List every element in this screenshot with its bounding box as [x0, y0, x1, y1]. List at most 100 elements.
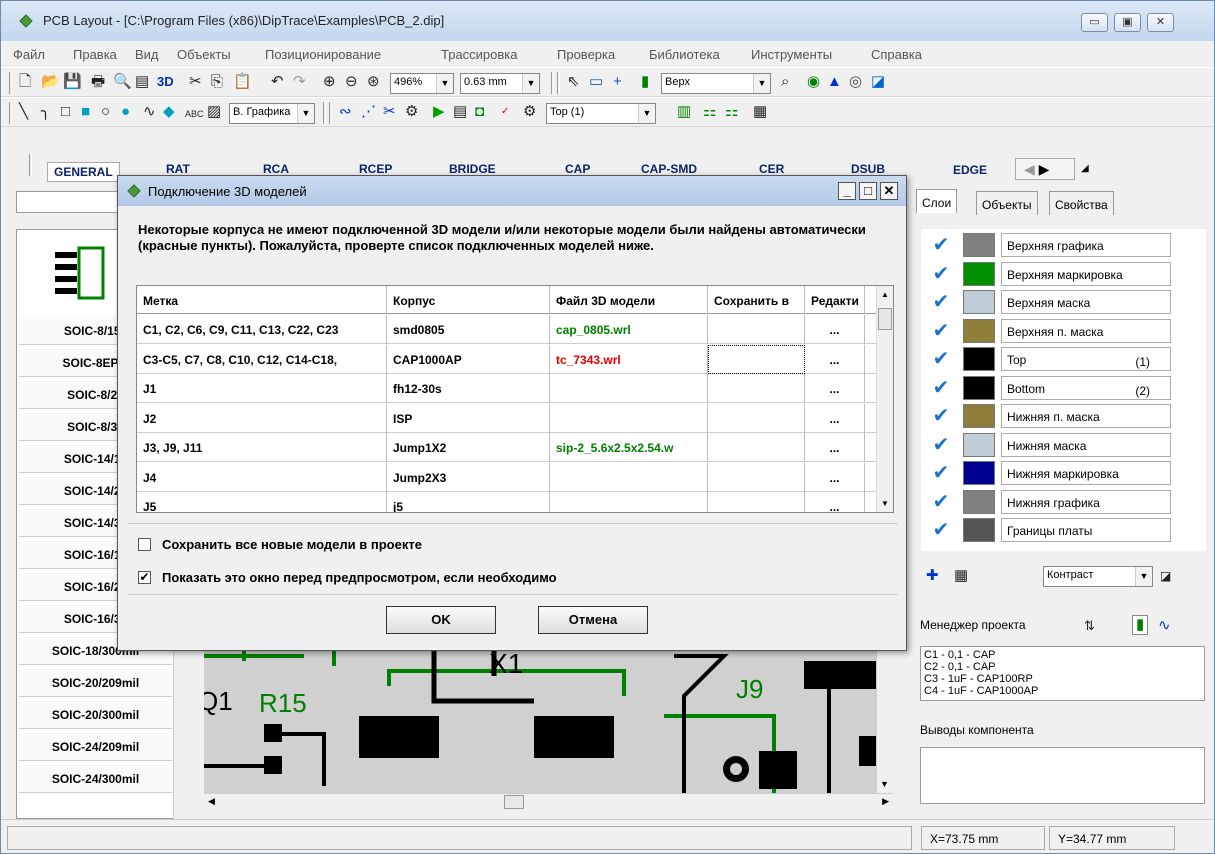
save-all-checkbox[interactable] — [138, 538, 151, 551]
add-point-icon[interactable]: + — [613, 73, 622, 91]
layer-color-swatch[interactable] — [963, 404, 995, 428]
graphic-mode-combo[interactable]: В. Графика ▼ — [229, 103, 315, 124]
components-view-icon[interactable]: ▮ — [1132, 615, 1149, 635]
tab-rat[interactable]: RAT — [166, 162, 190, 176]
route-report-icon[interactable]: ▤ — [453, 103, 467, 121]
chevron-right-icon[interactable]: ▶ — [882, 796, 889, 807]
list-item[interactable]: C4 - 1uF - CAP1000AP — [924, 685, 1201, 697]
arc-icon[interactable]: ╮ — [41, 103, 50, 121]
dialog-close-button[interactable]: ✕ — [880, 182, 898, 200]
checkmark-icon[interactable]: ✔ — [926, 233, 956, 257]
tab-rcep[interactable]: RCEP — [359, 162, 392, 176]
add-layer-icon[interactable]: ✚ — [926, 567, 939, 585]
tab-objects[interactable]: Объекты — [976, 191, 1038, 215]
report-icon[interactable]: ▤ — [135, 73, 149, 91]
properties-icon[interactable]: ▦ — [753, 103, 767, 121]
cell-model-file[interactable] — [550, 462, 708, 492]
pattern-list-item[interactable]: SOIC-20/300mil — [19, 701, 172, 729]
route-setup-icon[interactable]: ⚙ — [405, 103, 418, 121]
paste-icon[interactable]: 📋 — [233, 73, 252, 91]
unroute-icon[interactable]: ✂ — [383, 103, 396, 121]
drc-icon[interactable]: ✓ — [501, 103, 509, 121]
line-icon[interactable]: ╲ — [19, 103, 28, 121]
layer-setup-icon[interactable]: ▥ — [677, 103, 691, 121]
filled-ellipse-icon[interactable]: ● — [121, 103, 130, 121]
layer-color-swatch[interactable] — [963, 318, 995, 343]
dialog-minimize-button[interactable]: _ — [838, 182, 856, 200]
menu-verification[interactable]: Проверка — [557, 47, 615, 62]
layer-row[interactable]: ✔ Top (1) — [926, 345, 1206, 373]
chevron-right-icon[interactable]: ▶ — [1039, 161, 1050, 177]
menu-file[interactable]: Файл — [13, 47, 45, 62]
nets-view-icon[interactable]: ∿ — [1158, 617, 1171, 635]
image-icon[interactable]: ▨ — [207, 103, 221, 121]
layer-row[interactable]: ✔ Верхняя графика — [926, 231, 1206, 259]
column-model-file[interactable]: Файл 3D модели — [550, 286, 708, 314]
layer-color-swatch[interactable] — [963, 461, 995, 485]
tab-edge[interactable]: EDGE — [953, 163, 987, 177]
menu-tools[interactable]: Инструменты — [751, 47, 832, 62]
cell-save-in[interactable] — [708, 462, 805, 492]
cell-edit-button[interactable]: ... — [805, 315, 865, 344]
layer-combo[interactable]: Top (1) ▼ — [546, 103, 656, 124]
layer-color-swatch[interactable] — [963, 432, 995, 457]
cell-edit-button[interactable]: ... — [805, 344, 865, 374]
new-file-icon[interactable]: 🗋 — [19, 73, 31, 91]
chevron-down-icon[interactable]: ◢ — [1081, 163, 1089, 174]
tab-cer[interactable]: CER — [759, 162, 784, 176]
menu-edit[interactable]: Правка — [73, 47, 117, 62]
layer-row[interactable]: ✔ Нижняя графика — [926, 488, 1206, 516]
checkmark-icon[interactable]: ✔ — [926, 404, 956, 428]
layer-row[interactable]: ✔ Нижняя маркировка — [926, 459, 1206, 487]
cell-edit-button[interactable]: ... — [805, 492, 865, 512]
cell-edit-button[interactable]: ... — [805, 433, 865, 462]
polyline-icon[interactable]: ∿ — [143, 103, 156, 121]
tab-cap-smd[interactable]: CAP-SMD — [641, 162, 697, 176]
cell-model-file[interactable]: tc_7343.wrl — [550, 344, 708, 374]
place-component-icon[interactable]: ▭ — [589, 73, 603, 91]
tab-general[interactable]: GENERAL — [47, 162, 120, 182]
table-row[interactable]: J3, J9, J11 Jump1X2 sip-2_5.6x2.5x2.54.w..… — [137, 433, 877, 462]
zoom-out-icon[interactable]: ⊖ — [345, 73, 358, 91]
checkmark-icon[interactable]: ✔ — [926, 319, 956, 343]
maximize-button[interactable]: ▣ — [1114, 13, 1141, 32]
cell-save-in[interactable] — [708, 374, 805, 403]
via-icon[interactable]: ◉ — [807, 73, 820, 91]
layer-setup-icon[interactable]: ▦ — [954, 567, 968, 585]
menu-library[interactable]: Библиотека — [649, 47, 720, 62]
menu-help[interactable]: Справка — [871, 47, 922, 62]
component-icon[interactable]: ▮ — [641, 73, 649, 91]
tab-bridge[interactable]: BRIDGE — [449, 162, 496, 176]
cell-edit-button[interactable]: ... — [805, 403, 865, 433]
pattern-list-item[interactable]: SOIC-24/300mil — [19, 765, 172, 793]
filled-rectangle-icon[interactable]: ■ — [81, 103, 90, 121]
zoom-in-icon[interactable]: ⊕ — [323, 73, 336, 91]
component-list-icon[interactable]: ⚏ — [703, 103, 716, 121]
binoculars-icon[interactable]: ⌕ — [781, 73, 789, 91]
redo-icon[interactable]: ↷ — [293, 73, 306, 91]
tab-scroll[interactable]: ◀ ▶ — [1015, 158, 1075, 180]
list-item[interactable]: C3 - 1uF - CAP100RP — [924, 673, 1201, 685]
cell-model-file[interactable]: cap_0805.wrl — [550, 315, 708, 344]
table-scrollbar[interactable]: ▲ ▼ — [876, 286, 893, 512]
table-row[interactable]: J2 ISP... — [137, 403, 877, 433]
sort-icon[interactable]: ⇅ — [1084, 617, 1095, 635]
tab-properties[interactable]: Свойства — [1049, 191, 1114, 215]
layer-row[interactable]: ✔ Нижняя п. маска — [926, 402, 1206, 430]
checkmark-icon[interactable]: ✔ — [926, 262, 956, 286]
cell-save-in[interactable] — [708, 433, 805, 462]
column-edit[interactable]: Редакти — [805, 286, 865, 314]
cell-model-file[interactable] — [550, 374, 708, 403]
chevron-down-icon[interactable]: ▼ — [880, 779, 889, 789]
component-pins-list[interactable] — [920, 747, 1205, 804]
autoroute-icon[interactable]: ⋰ — [361, 103, 376, 121]
column-label[interactable]: Метка — [137, 286, 387, 314]
chevron-down-icon[interactable]: ▼ — [881, 499, 889, 508]
menu-placement[interactable]: Позиционирование — [265, 47, 381, 62]
cut-icon[interactable]: ✂ — [189, 73, 202, 91]
pad-icon[interactable]: ◎ — [849, 73, 862, 91]
chevron-up-icon[interactable]: ▲ — [881, 290, 889, 299]
minimize-button[interactable]: ▭ — [1081, 13, 1108, 32]
table-row[interactable]: J1 fh12-30s... — [137, 374, 877, 403]
pattern-icon[interactable]: ⚏ — [725, 103, 738, 121]
